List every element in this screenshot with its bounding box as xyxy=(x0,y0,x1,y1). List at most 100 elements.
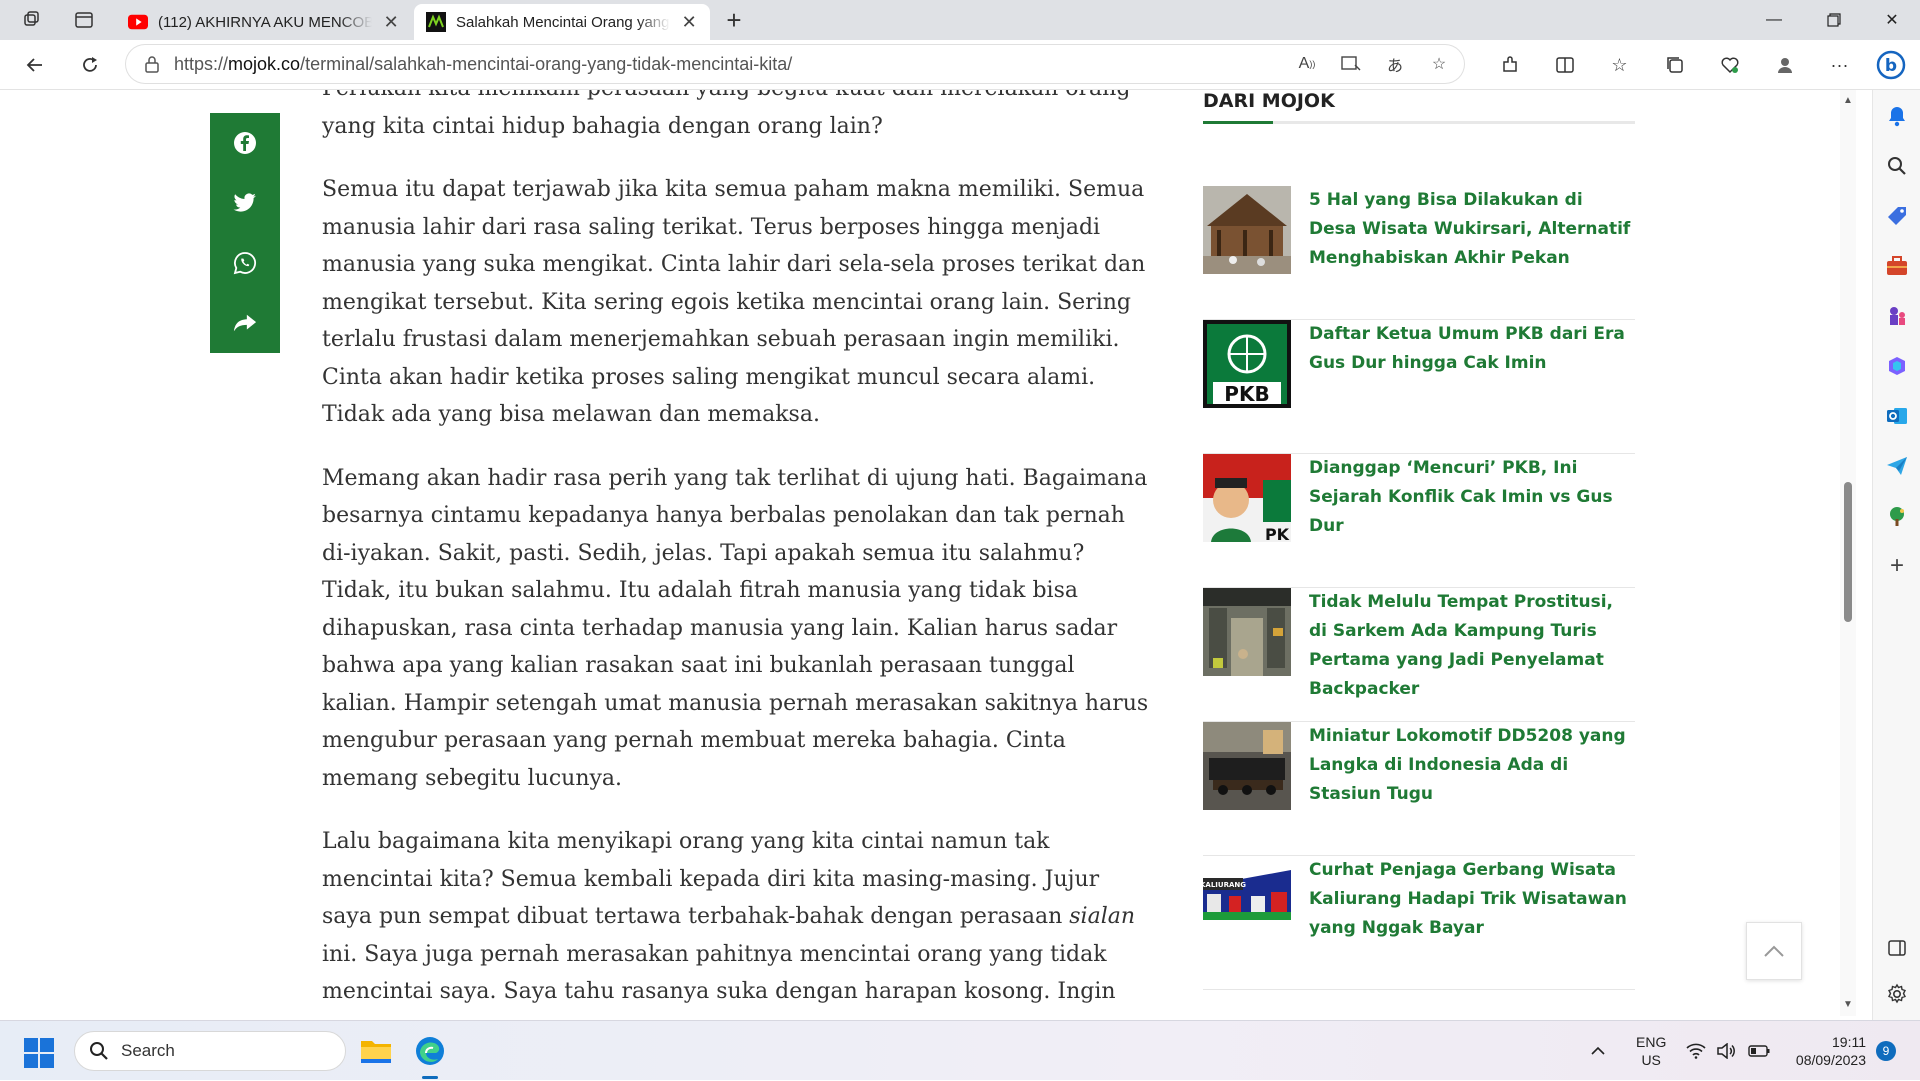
send-telegram-icon[interactable] xyxy=(1885,454,1909,478)
close-window-button[interactable]: ✕ xyxy=(1864,0,1920,40)
read-aloud-icon[interactable]: A)) xyxy=(1292,49,1322,79)
facebook-share-icon[interactable] xyxy=(233,131,257,155)
volume-icon[interactable] xyxy=(1716,1021,1736,1081)
tab-actions-icon[interactable] xyxy=(70,6,98,34)
hide-sidebar-icon[interactable] xyxy=(1885,936,1909,960)
taskbar-clock[interactable]: 19:11 08/09/2023 xyxy=(1788,1033,1866,1069)
widget-title: DARI MOJOK xyxy=(1203,90,1635,124)
copilot-icon[interactable]: b xyxy=(1870,44,1912,86)
related-post[interactable]: Tidak Melulu Tempat Prostitusi, di Sarke… xyxy=(1203,588,1635,722)
notification-count-badge[interactable]: 9 xyxy=(1876,1041,1896,1061)
split-screen-icon[interactable] xyxy=(1537,48,1592,82)
edge-browser-icon[interactable] xyxy=(410,1031,450,1079)
article-paragraph: Lalu bagaimana kita menyikapi orang yang… xyxy=(322,829,1136,1004)
tab-bar: (112) AKHIRNYA AKU MENCOBA ✕ Salahkah Me… xyxy=(0,0,1920,40)
settings-gear-icon[interactable] xyxy=(1885,982,1909,1006)
minimize-button[interactable]: — xyxy=(1746,0,1802,40)
dari-mojok-widget: DARI MOJOK 5 Hal yang Bisa Dilakukan di … xyxy=(1203,90,1635,990)
back-to-top-button[interactable] xyxy=(1746,922,1802,980)
article-paragraph: Memang akan hadir rasa perih yang tak te… xyxy=(322,465,1149,791)
clock-date: 08/09/2023 xyxy=(1795,1052,1866,1068)
post-title[interactable]: Curhat Penjaga Gerbang Wisata Kaliurang … xyxy=(1309,856,1635,943)
tab-mojok[interactable]: Salahkah Mencintai Orang yang Tidak Menc… xyxy=(414,4,710,40)
post-thumbnail[interactable]: PK xyxy=(1203,454,1291,542)
svg-text:KALIURANG: KALIURANG xyxy=(1203,881,1246,889)
favorites-icon[interactable]: ☆ xyxy=(1592,48,1647,82)
windows-taskbar: Search ENG US 19:11 08/09/2023 9 xyxy=(0,1020,1920,1080)
post-title[interactable]: Daftar Ketua Umum PKB dari Era Gus Dur h… xyxy=(1309,320,1635,378)
taskbar-search-box[interactable]: Search xyxy=(74,1031,346,1071)
share-arrow-icon[interactable] xyxy=(233,311,257,335)
new-tab-button[interactable]: + xyxy=(720,6,748,34)
related-post[interactable]: KALIURANG Curhat Penjaga Gerbang Wisata … xyxy=(1203,856,1635,990)
collections-icon[interactable] xyxy=(1647,48,1702,82)
more-menu-icon[interactable]: ··· xyxy=(1812,48,1867,82)
tab-title: Salahkah Mencintai Orang yang Tidak Menc… xyxy=(456,13,670,31)
url-text[interactable]: https://mojok.co/terminal/salahkah-menci… xyxy=(174,54,792,75)
favorite-star-icon[interactable]: ☆ xyxy=(1424,49,1454,79)
shopping-tag-icon[interactable] xyxy=(1885,204,1909,228)
post-thumbnail[interactable] xyxy=(1203,588,1291,676)
refresh-button[interactable] xyxy=(75,50,105,80)
web-page: Perlukah kita menikam perasaan yang begi… xyxy=(0,90,1840,1016)
close-tab-icon[interactable]: ✕ xyxy=(680,12,698,33)
immersive-reader-icon[interactable] xyxy=(1336,49,1366,79)
games-chess-icon[interactable] xyxy=(1885,304,1909,328)
svg-text:PK: PK xyxy=(1265,525,1290,542)
tab-title: (112) AKHIRNYA AKU MENCOBA xyxy=(158,13,373,31)
scrollbar-thumb[interactable] xyxy=(1844,482,1852,622)
scroll-down-arrow[interactable]: ▼ xyxy=(1843,1000,1853,1010)
post-title[interactable]: Tidak Melulu Tempat Prostitusi, di Sarke… xyxy=(1309,588,1635,704)
youtube-icon xyxy=(128,12,148,32)
post-thumbnail[interactable] xyxy=(1203,186,1291,274)
outlook-icon[interactable] xyxy=(1885,404,1909,428)
post-thumbnail[interactable] xyxy=(1203,722,1291,810)
tree-icon[interactable] xyxy=(1885,504,1909,528)
search-label: Search xyxy=(121,1041,175,1060)
close-tab-icon[interactable]: ✕ xyxy=(382,12,400,33)
svg-text:b: b xyxy=(1885,56,1897,76)
scroll-up-arrow[interactable]: ▲ xyxy=(1843,96,1853,106)
notifications-bell-icon[interactable] xyxy=(1885,104,1909,128)
lock-icon[interactable] xyxy=(144,55,160,73)
translate-icon[interactable]: あ xyxy=(1380,49,1410,79)
post-title[interactable]: Miniatur Lokomotif DD5208 yang Langka di… xyxy=(1309,722,1635,809)
twitter-share-icon[interactable] xyxy=(233,191,257,215)
workspaces-icon[interactable] xyxy=(18,6,46,34)
article-body: Perlukah kita menikam perasaan yang begi… xyxy=(322,90,1152,1016)
italic-word: sialan xyxy=(1069,904,1136,929)
tab-youtube[interactable]: (112) AKHIRNYA AKU MENCOBA ✕ xyxy=(116,4,412,40)
wifi-icon[interactable] xyxy=(1686,1021,1706,1081)
whatsapp-share-icon[interactable] xyxy=(233,251,257,275)
battery-icon[interactable] xyxy=(1748,1021,1770,1081)
edge-sidebar: + xyxy=(1872,90,1920,1020)
related-post[interactable]: PKB Daftar Ketua Umum PKB dari Era Gus D… xyxy=(1203,320,1635,454)
browser-essentials-icon[interactable] xyxy=(1702,48,1757,82)
share-bar xyxy=(210,113,280,353)
search-icon[interactable] xyxy=(1885,154,1909,178)
restore-button[interactable] xyxy=(1806,0,1862,40)
navigation-bar: https://mojok.co/terminal/salahkah-menci… xyxy=(0,40,1920,90)
mojok-icon xyxy=(426,12,446,32)
show-hidden-icons-chevron[interactable] xyxy=(1590,1021,1606,1081)
post-thumbnail[interactable]: PKB xyxy=(1203,320,1291,408)
file-explorer-icon[interactable] xyxy=(356,1031,396,1071)
post-thumbnail[interactable]: KALIURANG xyxy=(1203,856,1291,944)
profile-avatar-icon[interactable] xyxy=(1757,48,1812,82)
address-bar[interactable]: https://mojok.co/terminal/salahkah-menci… xyxy=(126,45,1464,83)
related-post[interactable]: Miniatur Lokomotif DD5208 yang Langka di… xyxy=(1203,722,1635,856)
search-icon xyxy=(89,1041,109,1061)
extensions-icon[interactable] xyxy=(1482,48,1537,82)
post-title[interactable]: 5 Hal yang Bisa Dilakukan di Desa Wisata… xyxy=(1309,186,1635,273)
back-button[interactable] xyxy=(20,50,50,80)
windows-start-icon[interactable] xyxy=(24,1038,54,1068)
language-indicator[interactable]: ENG US xyxy=(1636,1021,1666,1081)
related-post[interactable]: 5 Hal yang Bisa Dilakukan di Desa Wisata… xyxy=(1203,186,1635,320)
post-title[interactable]: Dianggap ‘Mencuri’ PKB, Ini Sejarah Konf… xyxy=(1309,454,1635,541)
related-post[interactable]: PK Dianggap ‘Mencuri’ PKB, Ini Sejarah K… xyxy=(1203,454,1635,588)
article-paragraph: Semua itu dapat terjawab jika kita semua… xyxy=(322,177,1146,427)
tools-briefcase-icon[interactable] xyxy=(1885,254,1909,278)
microsoft365-icon[interactable] xyxy=(1885,354,1909,378)
svg-text:PKB: PKB xyxy=(1224,382,1269,406)
add-sidebar-app-icon[interactable]: + xyxy=(1885,552,1909,579)
